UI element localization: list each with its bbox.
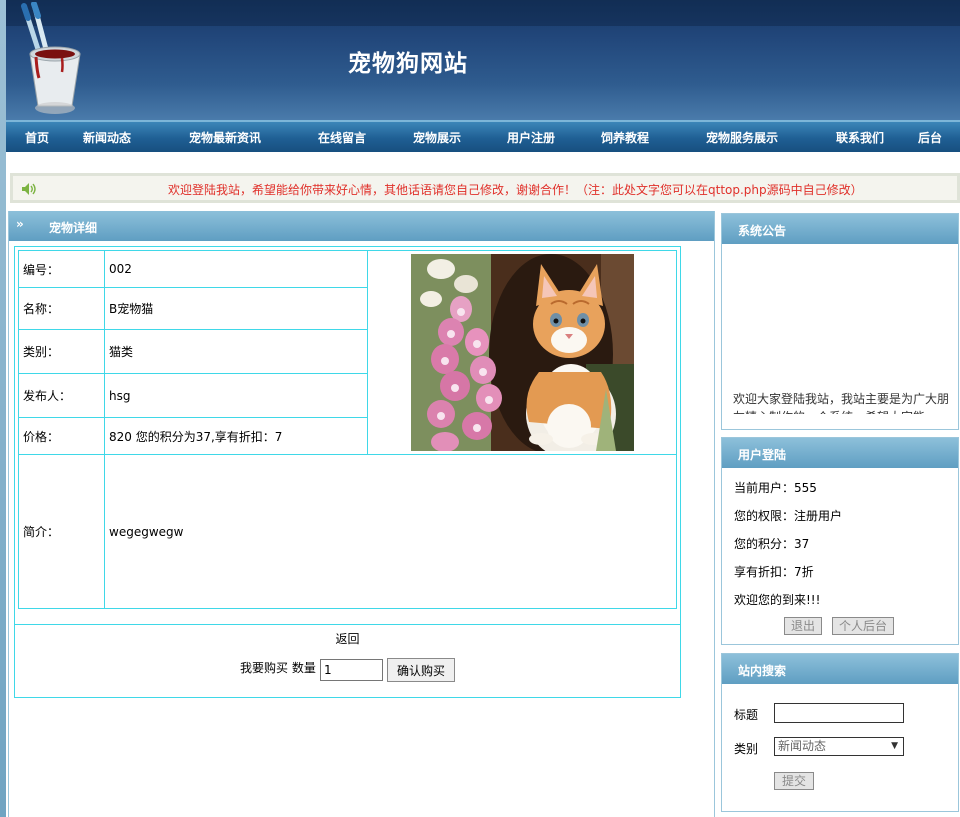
- nav-item-register[interactable]: 用户注册: [507, 129, 555, 146]
- search-title-label: 标题: [734, 708, 759, 722]
- main-nav: 首页 新闻动态 宠物最新资讯 在线留言 宠物展示 用户注册 饲养教程 宠物服务展…: [6, 120, 960, 152]
- field-label-name: 名称：: [18, 287, 105, 330]
- field-label-intro: 简介：: [18, 454, 105, 609]
- double-chevron-icon: »: [16, 217, 24, 231]
- field-value-price: 820 您的积分为37,享有折扣：7: [104, 417, 368, 455]
- site-title: 宠物狗网站: [348, 50, 468, 77]
- notice-header: 系统公告: [722, 214, 958, 244]
- category-selected-value: 新闻动态: [778, 739, 827, 753]
- table-row: 编号： 002: [18, 250, 677, 455]
- nav-item-pet-show[interactable]: 宠物展示: [413, 129, 461, 146]
- kitten-photo: [410, 254, 634, 451]
- nav-item-news[interactable]: 新闻动态: [83, 129, 131, 146]
- search-submit-button[interactable]: 提交: [774, 772, 814, 790]
- system-notice-panel: 系统公告 欢迎大家登陆我站，我站主要是为广大朋友精心制作的一个系统，希望大家能: [721, 213, 959, 430]
- site-header: 宠物狗网站: [6, 0, 960, 120]
- back-link[interactable]: 返回: [14, 630, 681, 647]
- dropdown-arrow-icon: ▼: [891, 741, 898, 751]
- pet-photo-cell: [367, 250, 677, 455]
- header-top-band: [6, 0, 960, 26]
- search-header: 站内搜索: [722, 654, 958, 684]
- search-title: 站内搜索: [738, 664, 787, 678]
- field-value-id: 002: [104, 250, 368, 288]
- search-category-label: 类别: [734, 742, 759, 756]
- login-header: 用户登陆: [722, 438, 958, 468]
- pet-detail-title: 宠物详细: [49, 221, 98, 235]
- field-value-intro: wegegwegw: [104, 454, 677, 609]
- field-value-category: 猫类: [104, 329, 368, 374]
- buy-quantity-label: 我要购买 数量: [240, 661, 316, 675]
- field-label-category: 类别：: [18, 329, 105, 374]
- user-points: 您的积分：37: [734, 537, 810, 551]
- purchase-section: 返回 我要购买 数量 确认购买: [14, 624, 681, 698]
- user-permission: 您的权限：注册用户: [734, 509, 843, 523]
- pet-detail-table: 编号： 002 名称： B宠物猫 类别： 猫类 发布人： hsg 价格： 820…: [18, 250, 677, 609]
- announcement-marquee: 欢迎登陆我站，希望能给你带来好心情，其他话语请您自己修改，谢谢合作！（注：此处文…: [10, 173, 960, 203]
- pet-detail-header: » 宠物详细: [9, 211, 714, 241]
- quantity-input[interactable]: [320, 659, 383, 681]
- field-label-id: 编号：: [18, 250, 105, 288]
- current-user: 当前用户：555: [734, 481, 817, 495]
- nav-item-pet-news[interactable]: 宠物最新资讯: [189, 129, 261, 146]
- category-select[interactable]: 新闻动态 ▼: [774, 737, 904, 756]
- field-label-price: 价格：: [18, 417, 105, 455]
- search-title-input[interactable]: [774, 703, 904, 723]
- confirm-purchase-button[interactable]: 确认购买: [387, 658, 455, 682]
- speaker-icon: [22, 183, 36, 195]
- marquee-text: 欢迎登陆我站，希望能给你带来好心情，其他话语请您自己修改，谢谢合作！（注：此处文…: [168, 183, 863, 197]
- notice-title: 系统公告: [738, 224, 787, 238]
- nav-item-pet-services[interactable]: 宠物服务展示: [706, 129, 778, 146]
- field-label-publisher: 发布人：: [18, 373, 105, 418]
- nav-item-home[interactable]: 首页: [25, 129, 49, 146]
- site-search-panel: 站内搜索 标题 类别 新闻动态 ▼ 提交: [721, 653, 959, 812]
- nav-item-tutorial[interactable]: 饲养教程: [601, 129, 649, 146]
- user-login-panel: 用户登陆 当前用户：555 您的权限：注册用户 您的积分：37 享有折扣：7折 …: [721, 437, 959, 645]
- welcome-text: 欢迎您的到来!!!: [734, 593, 821, 607]
- login-title: 用户登陆: [738, 448, 787, 462]
- nav-item-guestbook[interactable]: 在线留言: [318, 129, 366, 146]
- nav-item-admin[interactable]: 后台: [918, 129, 942, 146]
- field-value-publisher: hsg: [104, 373, 368, 418]
- personal-backend-button[interactable]: 个人后台: [832, 617, 894, 635]
- field-value-name: B宠物猫: [104, 287, 368, 330]
- nav-item-contact[interactable]: 联系我们: [836, 129, 884, 146]
- notice-scrolling-text: 欢迎大家登陆我站，我站主要是为广大朋友精心制作的一个系统，希望大家能: [733, 392, 950, 414]
- user-discount: 享有折扣：7折: [734, 565, 814, 579]
- logout-button[interactable]: 退出: [784, 617, 822, 635]
- table-row: 简介： wegegwegw: [18, 454, 677, 609]
- paint-bucket-logo: [21, 2, 81, 114]
